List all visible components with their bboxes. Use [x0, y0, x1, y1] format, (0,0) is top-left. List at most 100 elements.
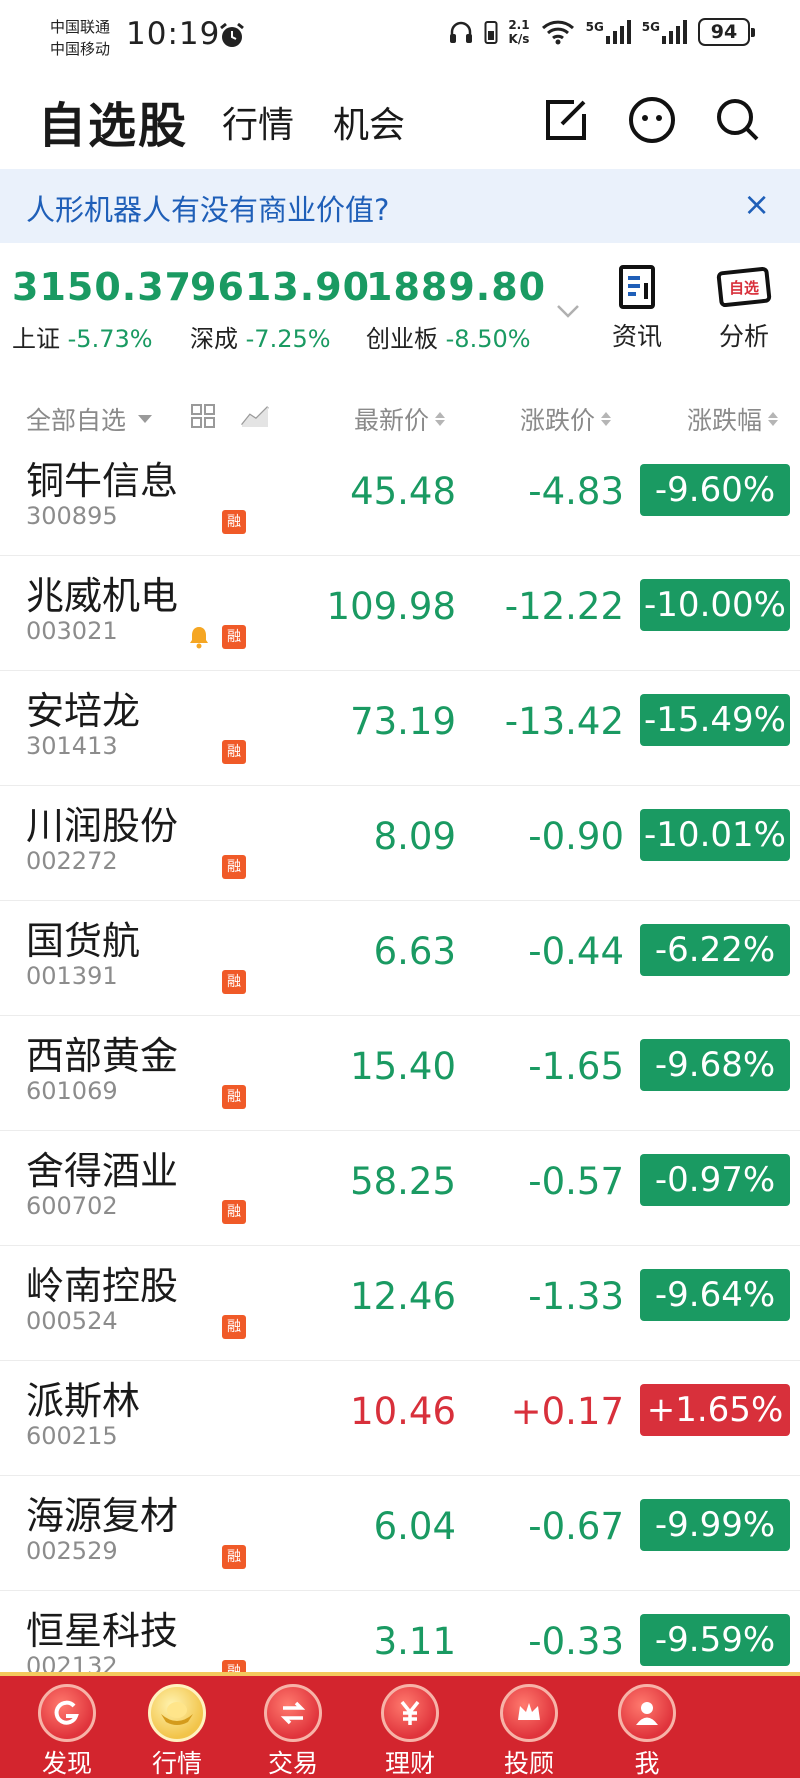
stock-row[interactable]: 恒星科技 002132 融 3.11 -0.33 -9.59% [0, 1590, 800, 1672]
stock-name: 岭南控股 [26, 1264, 179, 1308]
stock-row[interactable]: 铜牛信息 300895 融 45.48 -4.83 -9.60% [0, 440, 800, 556]
analysis-icon-text: 自选 [729, 279, 759, 297]
margin-trading-badge: 融 [222, 1545, 246, 1569]
signal-1: 5G [586, 20, 632, 44]
percent-change-badge[interactable]: -9.99% [640, 1499, 790, 1551]
close-icon[interactable]: × [743, 185, 770, 223]
stock-code: 002272 [26, 847, 118, 875]
nav-item-yuan[interactable]: 理财 [355, 1684, 465, 1778]
price-change: -13.42 [504, 700, 624, 743]
net-speed-unit: K/s [508, 32, 530, 46]
stock-code: 001391 [26, 962, 118, 990]
margin-trading-badge: 融 [222, 1085, 246, 1109]
alert-bell-icon[interactable] [188, 625, 210, 649]
sort-by-change[interactable]: 涨跌价 [520, 401, 612, 437]
signal-2: 5G [642, 20, 688, 44]
price-change: -0.67 [528, 1505, 624, 1548]
chevron-down-icon[interactable] [554, 297, 582, 325]
price-change: +0.17 [510, 1390, 624, 1433]
stock-code: 000524 [26, 1307, 118, 1335]
sort-by-percent[interactable]: 涨跌幅 [687, 401, 779, 437]
grid-view-icon[interactable] [190, 403, 216, 429]
news-button[interactable]: 资讯 [612, 263, 662, 353]
tab-watchlist[interactable]: 自选股 [38, 86, 188, 156]
index-shenzhen[interactable]: 9613.90 深成 -7.25% [190, 265, 370, 354]
edit-icon[interactable] [540, 94, 592, 146]
stock-row[interactable]: 安培龙 301413 融 73.19 -13.42 -15.49% [0, 670, 800, 786]
nav-item-gold-ingot[interactable]: 行情 [122, 1684, 232, 1778]
nav-label: 交易 [267, 1749, 318, 1778]
tab-opportunity[interactable]: 机会 [333, 96, 405, 148]
nav-item-discover[interactable]: 发现 [12, 1684, 122, 1778]
index-label: 上证 -5.73% [12, 319, 192, 354]
latest-price: 8.09 [373, 815, 456, 858]
wifi-icon [541, 20, 574, 45]
percent-change-badge[interactable]: -9.68% [640, 1039, 790, 1091]
alarm-clock-icon [220, 22, 244, 47]
percent-change-badge[interactable]: -9.60% [640, 464, 790, 516]
stock-code: 002529 [26, 1537, 118, 1565]
nav-label: 投顾 [503, 1749, 554, 1778]
stock-row[interactable]: 派斯林 600215 10.46 +0.17 +1.65% [0, 1360, 800, 1476]
nav-label: 理财 [384, 1749, 435, 1778]
stock-row[interactable]: 岭南控股 000524 融 12.46 -1.33 -9.64% [0, 1245, 800, 1361]
percent-change-badge[interactable]: +1.65% [640, 1384, 790, 1436]
stock-name: 兆威机电 [26, 574, 179, 618]
stock-row[interactable]: 舍得酒业 600702 融 58.25 -0.57 -0.97% [0, 1130, 800, 1246]
sort-icon [435, 412, 446, 426]
index-chinext[interactable]: 1889.80 创业板 -8.50% [366, 265, 546, 354]
news-banner[interactable]: 人形机器人有没有商业价值? × [0, 169, 800, 243]
nav-label: 发现 [41, 1749, 92, 1778]
stock-code: 301413 [26, 732, 118, 760]
percent-change-badge[interactable]: -10.01% [640, 809, 790, 861]
stock-row[interactable]: 川润股份 002272 融 8.09 -0.90 -10.01% [0, 785, 800, 901]
trend-chart-icon[interactable] [240, 403, 270, 429]
user-icon [618, 1684, 676, 1742]
stock-row[interactable]: 国货航 001391 融 6.63 -0.44 -6.22% [0, 900, 800, 1016]
banner-text[interactable]: 人形机器人有没有商业价值? [26, 187, 389, 229]
index-shanghai[interactable]: 3150.37 上证 -5.73% [12, 265, 192, 354]
nav-item-user[interactable]: 我 [592, 1684, 702, 1778]
news-icon [619, 265, 655, 309]
sort-by-price[interactable]: 最新价 [354, 401, 446, 437]
news-label: 资讯 [612, 322, 663, 351]
margin-trading-badge: 融 [222, 510, 246, 534]
stock-row[interactable]: 海源复材 002529 融 6.04 -0.67 -9.99% [0, 1475, 800, 1591]
stock-list[interactable]: 铜牛信息 300895 融 45.48 -4.83 -9.60% 兆威机电 003021 融 10… [0, 440, 800, 1672]
tab-market[interactable]: 行情 [222, 96, 294, 148]
stock-name: 安培龙 [26, 689, 141, 733]
signal-bars-icon [605, 20, 631, 44]
sort-icon [768, 412, 779, 426]
percent-change-badge[interactable]: -9.59% [640, 1614, 790, 1666]
percent-change-badge[interactable]: -0.97% [640, 1154, 790, 1206]
percent-change-badge[interactable]: -9.64% [640, 1269, 790, 1321]
percent-change-badge[interactable]: -15.49% [640, 694, 790, 746]
nav-item-crown[interactable]: 投顾 [474, 1684, 584, 1778]
price-change: -4.83 [528, 470, 624, 513]
discover-icon [38, 1684, 96, 1742]
net-speed-value: 2.1 [508, 18, 530, 32]
stock-name: 海源复材 [26, 1494, 179, 1538]
price-change: -1.33 [528, 1275, 624, 1318]
stock-code: 601069 [26, 1077, 118, 1105]
stock-row[interactable]: 西部黄金 601069 融 15.40 -1.65 -9.68% [0, 1015, 800, 1131]
percent-change-badge[interactable]: -6.22% [640, 924, 790, 976]
stock-name: 恒星科技 [26, 1609, 179, 1653]
nav-item-trade-arrows[interactable]: 交易 [238, 1684, 348, 1778]
message-icon[interactable] [626, 94, 678, 146]
latest-price: 6.63 [373, 930, 456, 973]
device-battery-icon [484, 21, 498, 44]
index-value: 3150.37 [12, 265, 193, 309]
margin-trading-badge: 融 [222, 625, 246, 649]
analysis-button[interactable]: 自选 分析 [716, 263, 772, 353]
percent-change-badge[interactable]: -10.00% [640, 579, 790, 631]
price-change: -0.44 [528, 930, 624, 973]
stock-row[interactable]: 兆威机电 003021 融 109.98 -12.22 -10.00% [0, 555, 800, 671]
search-icon[interactable] [712, 94, 764, 146]
index-change: -8.50% [445, 325, 531, 353]
latest-price: 15.40 [350, 1045, 456, 1088]
latest-price: 73.19 [350, 700, 456, 743]
stock-name: 铜牛信息 [26, 459, 179, 503]
nav-label: 我 [634, 1749, 660, 1778]
watchlist-group-selector[interactable]: 全部自选 [26, 401, 153, 437]
